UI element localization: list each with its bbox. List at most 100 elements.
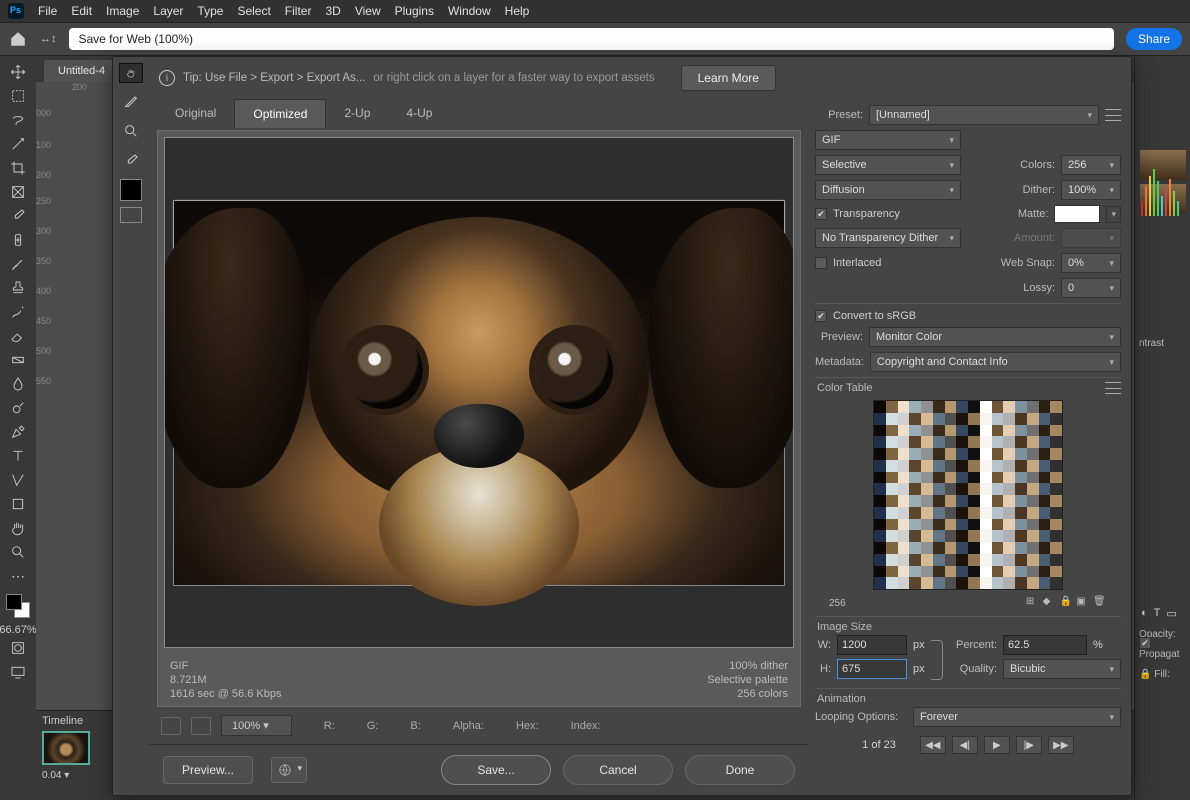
sfw-eyedropper-color[interactable] [120, 179, 142, 201]
tab-original[interactable]: Original [157, 99, 234, 128]
edit-toolbar-icon[interactable]: ⋯ [5, 564, 31, 588]
preview-select[interactable]: Monitor Color▾ [869, 327, 1121, 347]
tab-2up[interactable]: 2-Up [326, 99, 388, 128]
type-tool[interactable] [5, 444, 31, 468]
last-frame-button[interactable]: ▶▶ [1048, 736, 1074, 754]
color-table-menu-icon[interactable] [1105, 382, 1121, 394]
ct-snap-icon[interactable]: ⊞ [1026, 596, 1040, 610]
ct-trash-icon[interactable]: 🗑 [1093, 596, 1107, 610]
color-table[interactable] [873, 400, 1063, 590]
cancel-button[interactable]: Cancel [563, 755, 673, 785]
wand-tool[interactable] [5, 132, 31, 156]
preset-menu-icon[interactable] [1105, 109, 1121, 121]
propagate-checkbox[interactable] [1139, 637, 1151, 649]
websnap-select[interactable]: 0%▾ [1061, 253, 1121, 273]
menu-filter[interactable]: Filter [285, 4, 312, 18]
quality-select[interactable]: Bicubic▾ [1003, 659, 1121, 679]
adj-text-icon[interactable]: T [1154, 607, 1161, 620]
menu-file[interactable]: File [38, 4, 57, 18]
learn-more-button[interactable]: Learn More [681, 65, 776, 91]
stamp-tool[interactable] [5, 276, 31, 300]
blur-tool[interactable] [5, 372, 31, 396]
loop-select[interactable]: Forever▾ [913, 707, 1121, 727]
save-button[interactable]: Save... [441, 755, 551, 785]
history-brush-tool[interactable] [5, 300, 31, 324]
dither-select[interactable]: 100%▾ [1061, 180, 1121, 200]
pen-tool[interactable] [5, 420, 31, 444]
tab-optimized[interactable]: Optimized [234, 99, 326, 128]
menu-window[interactable]: Window [448, 4, 491, 18]
next-frame-button[interactable]: |▶ [1016, 736, 1042, 754]
sfw-hand-tool[interactable] [119, 63, 143, 83]
brush-tool[interactable] [5, 252, 31, 276]
crop-tool[interactable] [5, 156, 31, 180]
constrain-icon[interactable] [931, 640, 943, 680]
nudge-right-icon[interactable] [191, 717, 211, 735]
menu-image[interactable]: Image [106, 4, 139, 18]
menu-type[interactable]: Type [197, 4, 223, 18]
screenmode-icon[interactable] [5, 660, 31, 684]
sfw-slice-visibility[interactable] [120, 207, 142, 223]
eyedropper-tool[interactable] [5, 204, 31, 228]
ct-lock-icon[interactable]: 🔒 [1059, 596, 1073, 610]
dodge-tool[interactable] [5, 396, 31, 420]
menu-layer[interactable]: Layer [153, 4, 183, 18]
play-button[interactable]: ▶ [984, 736, 1010, 754]
menu-3d[interactable]: 3D [325, 4, 340, 18]
prev-frame-button[interactable]: ◀| [952, 736, 978, 754]
interlaced-checkbox[interactable] [815, 257, 827, 269]
ct-shift-icon[interactable]: ◆ [1043, 596, 1057, 610]
home-icon[interactable] [8, 30, 28, 48]
document-title-input[interactable] [69, 28, 1114, 50]
heal-tool[interactable] [5, 228, 31, 252]
first-frame-button[interactable]: ◀◀ [920, 736, 946, 754]
brightness-contrast-button[interactable]: ntrast [1135, 218, 1190, 353]
dither-algo-select[interactable]: Diffusion▾ [815, 180, 961, 200]
percent-input[interactable] [1003, 635, 1087, 655]
width-input[interactable] [837, 635, 907, 655]
tab-4up[interactable]: 4-Up [388, 99, 450, 128]
frame-duration[interactable]: 0.04 [42, 770, 61, 781]
height-input[interactable] [837, 659, 907, 679]
sfw-zoom-tool[interactable] [119, 119, 143, 143]
quickmask-icon[interactable] [5, 636, 31, 660]
menu-edit[interactable]: Edit [71, 4, 92, 18]
timeline-frame-1[interactable] [42, 731, 90, 765]
preset-select[interactable]: [Unnamed]▾ [869, 105, 1099, 125]
hand-tool[interactable] [5, 516, 31, 540]
adj-square-icon[interactable]: ▭ [1166, 607, 1176, 620]
shape-tool[interactable] [5, 492, 31, 516]
path-tool[interactable] [5, 468, 31, 492]
lock-icon[interactable]: 🔒 [1139, 669, 1151, 680]
zoom-tool[interactable] [5, 540, 31, 564]
preview-browser-button[interactable] [271, 757, 307, 783]
lasso-tool[interactable] [5, 108, 31, 132]
trans-dither-select[interactable]: No Transparency Dither▾ [815, 228, 961, 248]
preview-button[interactable]: Preview... [163, 756, 253, 784]
frame-tool[interactable] [5, 180, 31, 204]
nudge-left-icon[interactable] [161, 717, 181, 735]
marquee-tool[interactable] [5, 84, 31, 108]
gradient-tool[interactable] [5, 348, 31, 372]
menu-select[interactable]: Select [237, 4, 270, 18]
preview-viewport[interactable] [164, 137, 794, 648]
matte-menu[interactable]: ▾ [1106, 206, 1121, 223]
format-select[interactable]: GIF▾ [815, 130, 961, 150]
menu-plugins[interactable]: Plugins [395, 4, 434, 18]
frame-dur-menu-icon[interactable]: ▾ [64, 770, 69, 781]
colors-select[interactable]: 256▾ [1061, 155, 1121, 175]
sfw-eyedropper-tool[interactable] [119, 149, 143, 173]
lossy-select[interactable]: 0▾ [1061, 278, 1121, 298]
doc-tab[interactable]: Untitled-4 [44, 60, 119, 82]
zoom-select[interactable]: 100% ▾ [221, 715, 292, 736]
menu-help[interactable]: Help [505, 4, 530, 18]
fg-bg-swatches[interactable] [6, 594, 30, 618]
eraser-tool[interactable] [5, 324, 31, 348]
adj-circle-icon[interactable]: ◐ [1141, 607, 1148, 620]
share-button[interactable]: Share [1126, 28, 1182, 50]
matte-swatch[interactable] [1054, 205, 1100, 223]
menu-view[interactable]: View [355, 4, 381, 18]
sfw-slice-tool[interactable] [119, 89, 143, 113]
done-button[interactable]: Done [685, 755, 795, 785]
ct-new-icon[interactable]: ▣ [1076, 596, 1090, 610]
